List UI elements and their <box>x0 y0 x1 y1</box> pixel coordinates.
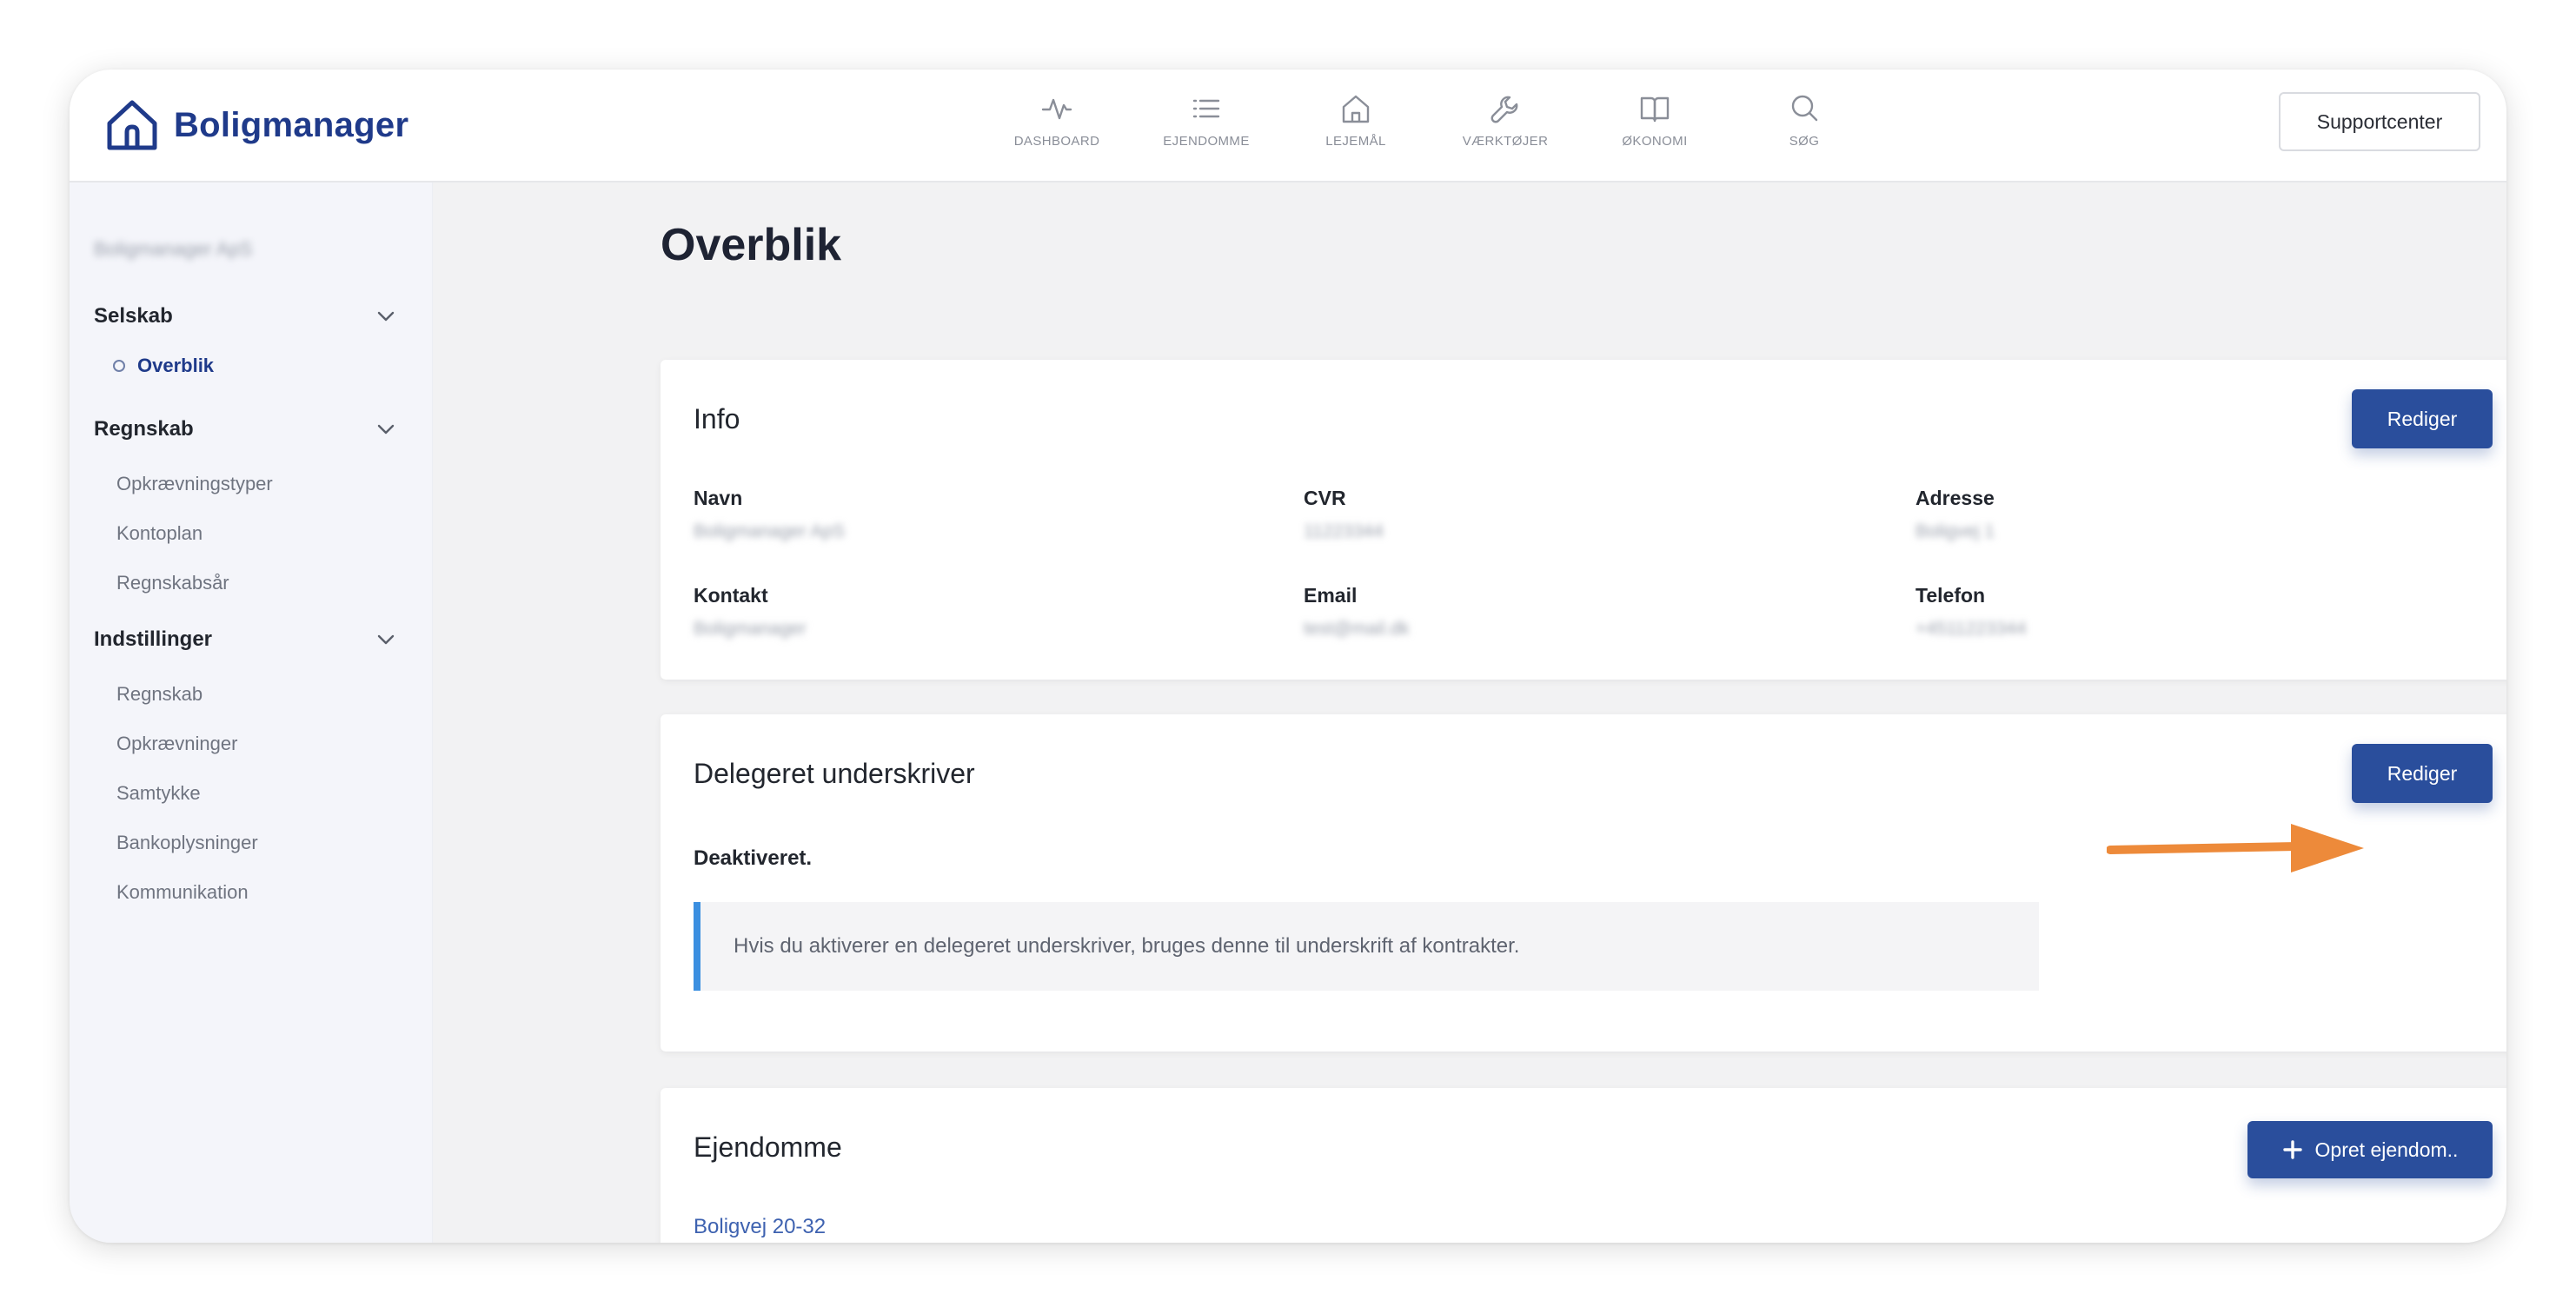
field-label-navn: Navn <box>694 487 743 509</box>
nav-ejendomme-label: EJENDOMME <box>1163 134 1250 149</box>
sidebar-group-label: Indstillinger <box>94 627 213 651</box>
field-value-navn: Boligmanager ApS <box>694 521 845 541</box>
brand-name: Boligmanager <box>174 105 409 144</box>
page-title: Overblik <box>661 220 842 270</box>
sidebar-group-label: Regnskab <box>94 417 194 441</box>
field-value-adresse: Boligvej 1 <box>1915 521 1995 541</box>
book-icon <box>1640 96 1670 123</box>
nav-soeg[interactable]: SØG <box>1730 87 1879 174</box>
sidebar-group-regnskab[interactable]: Regnskab <box>94 417 407 441</box>
nav-vaerktoejer-label: VÆRKTØJER <box>1462 134 1549 149</box>
field-label-telefon: Telefon <box>1915 584 1986 607</box>
properties-card: Ejendomme Opret ejendom.. Boligvej 20-32 <box>661 1088 2506 1243</box>
annotation-arrow-icon <box>2107 824 2364 872</box>
house-logo-icon <box>107 100 157 150</box>
field-value-kontakt: Boligmanager <box>694 619 807 639</box>
nav-lejemaal-label: LEJEMÅL <box>1325 134 1386 149</box>
info-card-title: Info <box>694 403 740 435</box>
sidebar-item-label: Overblik <box>137 355 215 376</box>
field-label-adresse: Adresse <box>1915 487 1995 509</box>
company-name: Boligmanager ApS <box>94 238 253 260</box>
delegated-signer-card: Delegeret underskriver Rediger Deaktiver… <box>661 714 2506 1052</box>
brand-logo[interactable]: Boligmanager <box>104 89 408 162</box>
search-icon <box>1791 95 1818 122</box>
delegated-edit-button[interactable]: Rediger <box>2352 744 2493 803</box>
field-label-email: Email <box>1304 584 1358 607</box>
nav-oekonomi-label: ØKONOMI <box>1622 134 1688 149</box>
nav-soeg-label: SØG <box>1789 134 1820 149</box>
wrench-icon <box>1490 96 1518 123</box>
properties-title: Ejendomme <box>694 1131 842 1163</box>
chevron-down-icon <box>377 634 395 645</box>
top-header: Boligmanager DASHBOARD EJENDOMME LEJEMÅL… <box>70 70 2506 182</box>
create-property-button[interactable]: Opret ejendom.. <box>2247 1121 2493 1178</box>
field-label-cvr: CVR <box>1304 487 1346 509</box>
sidebar-item-regnskabsaar[interactable]: Regnskabsår <box>116 572 229 594</box>
sidebar-item-kommunikation[interactable]: Kommunikation <box>116 881 249 904</box>
field-value-cvr: 11223344 <box>1304 521 1384 541</box>
info-card: Info Rediger Navn Boligmanager ApS CVR 1… <box>661 360 2506 680</box>
plus-icon <box>2282 1140 2302 1159</box>
nav-lejemaal[interactable]: LEJEMÅL <box>1281 87 1431 174</box>
sidebar-item-opkraevninger[interactable]: Opkrævninger <box>116 733 237 755</box>
nav-dashboard-label: DASHBOARD <box>1013 134 1100 149</box>
delegated-signer-title: Delegeret underskriver <box>694 758 975 789</box>
sidebar-group-selskab[interactable]: Selskab <box>94 304 407 328</box>
list-icon <box>1192 99 1220 118</box>
sidebar-item-opkraevningstyper[interactable]: Opkrævningstyper <box>116 473 273 495</box>
sidebar-item-overblik[interactable]: Overblik <box>113 355 214 377</box>
property-link[interactable]: Boligvej 20-32 <box>694 1215 826 1239</box>
home-icon <box>1342 95 1370 123</box>
sidebar-item-samtykke[interactable]: Samtykke <box>116 782 201 805</box>
sidebar-group-label: Selskab <box>94 304 173 328</box>
field-value-telefon: +4511223344 <box>1915 619 2027 639</box>
nav-dashboard[interactable]: DASHBOARD <box>982 87 1132 174</box>
delegated-status: Deaktiveret. <box>694 846 813 870</box>
nav-oekonomi[interactable]: ØKONOMI <box>1580 87 1730 174</box>
app-window: Boligmanager DASHBOARD EJENDOMME LEJEMÅL… <box>70 70 2506 1243</box>
nav-ejendomme[interactable]: EJENDOMME <box>1132 87 1281 174</box>
activity-icon <box>1041 98 1072 120</box>
field-value-email: test@mail.dk <box>1304 619 1410 639</box>
active-indicator-icon <box>113 360 125 372</box>
sidebar-item-kontoplan[interactable]: Kontoplan <box>116 522 202 545</box>
delegated-info-note: Hvis du aktiverer en delegeret underskri… <box>694 902 2039 991</box>
sidebar-item-bankoplysninger[interactable]: Bankoplysninger <box>116 832 258 854</box>
nav-vaerktoejer[interactable]: VÆRKTØJER <box>1431 87 1580 174</box>
create-property-label: Opret ejendom.. <box>2314 1138 2459 1161</box>
info-edit-button[interactable]: Rediger <box>2352 389 2493 448</box>
chevron-down-icon <box>377 424 395 435</box>
supportcenter-button[interactable]: Supportcenter <box>2279 92 2480 151</box>
sidebar-item-regnskab[interactable]: Regnskab <box>116 683 202 706</box>
main-nav: DASHBOARD EJENDOMME LEJEMÅL VÆRKTØJER ØK… <box>982 87 1879 174</box>
chevron-down-icon <box>377 311 395 322</box>
sidebar: Boligmanager ApS Selskab Overblik Regnsk… <box>70 182 433 1243</box>
sidebar-group-indstillinger[interactable]: Indstillinger <box>94 627 407 652</box>
field-label-kontakt: Kontakt <box>694 584 768 607</box>
